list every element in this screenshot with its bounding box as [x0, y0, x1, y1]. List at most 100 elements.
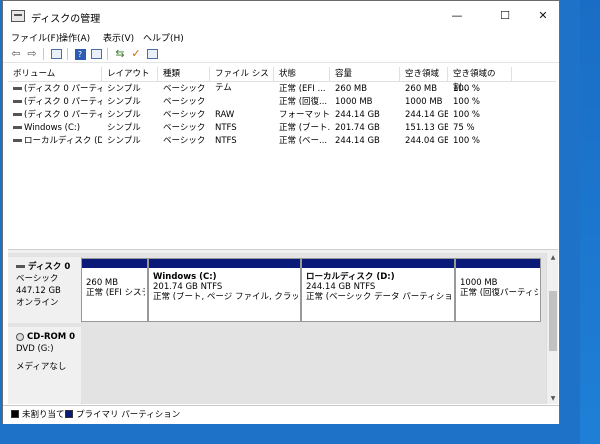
minimize-button[interactable]: —: [443, 5, 471, 27]
connect-icon[interactable]: ⇆: [113, 47, 127, 60]
close-button[interactable]: ✕: [529, 5, 557, 27]
partition-efi[interactable]: 260 MB 正常 (EFI システ: [81, 258, 148, 322]
legend-unallocated-label: 未割り当て: [22, 410, 65, 420]
volume-icon: [13, 87, 22, 90]
volume-name: ローカルディスク (D:): [24, 136, 102, 146]
cell-layout: シンプル: [107, 110, 141, 120]
console-tree-icon[interactable]: [49, 47, 63, 60]
properties-icon[interactable]: [89, 47, 103, 60]
column-header-free-space[interactable]: 空き領域: [400, 67, 448, 82]
cell-free-percent: 100 %: [453, 136, 481, 146]
title-bar: ディスクの管理 — ☐ ✕: [3, 1, 559, 30]
partition-windows-c[interactable]: Windows (C:) 201.74 GB NTFS 正常 (ブート, ページ…: [148, 258, 301, 322]
menu-help[interactable]: ヘルプ(H): [143, 31, 184, 44]
volume-row[interactable]: (ディスク 0 パーティシ... シンプル ベーシック 正常 (回復... 10…: [8, 96, 556, 108]
legend-bar: 未割り当て プライマリ パーティション: [3, 405, 559, 424]
partition-bar: [82, 259, 147, 268]
cell-filesystem: RAW: [215, 110, 235, 120]
cell-layout: シンプル: [107, 84, 141, 94]
column-header-status[interactable]: 状態: [274, 67, 330, 82]
scroll-down-icon[interactable]: ▼: [547, 394, 559, 404]
cell-volume: (ディスク 0 パーティシ...: [8, 96, 102, 108]
volume-icon: [13, 100, 22, 103]
disk-0-label[interactable]: ディスク 0 ベーシック 447.12 GB オンライン: [8, 257, 82, 323]
column-header-capacity[interactable]: 容量: [330, 67, 400, 82]
desktop-background-right: [580, 0, 600, 444]
cell-capacity: 260 MB: [335, 84, 368, 94]
disk-0-name-line: ディスク 0: [16, 261, 81, 273]
cell-type: ベーシック: [163, 123, 206, 133]
cell-volume: (ディスク 0 パーティシ...: [8, 83, 102, 95]
cell-filesystem: NTFS: [215, 123, 237, 133]
menu-view[interactable]: 表示(V): [103, 31, 134, 44]
volume-name: (ディスク 0 パーティシ...: [24, 84, 102, 94]
partition-local-d[interactable]: ローカルディスク (D:) 244.14 GB NTFS 正常 (ベーシック デ…: [301, 258, 455, 322]
cell-free-space: 244.04 GB: [405, 136, 448, 146]
cell-capacity: 244.14 GB: [335, 110, 380, 120]
volume-name: Windows (C:): [24, 123, 81, 133]
forward-arrow-icon[interactable]: ⇨: [25, 47, 39, 60]
cdrom-0-kind: DVD (G:): [16, 344, 54, 354]
menu-action[interactable]: 操作(A): [59, 31, 90, 44]
disk-0-state: オンライン: [16, 298, 59, 308]
maximize-button[interactable]: ☐: [491, 5, 519, 27]
partition-name: ローカルディスク (D:): [306, 272, 395, 282]
volume-row[interactable]: (ディスク 0 パーティシ... シンプル ベーシック 正常 (EFI ... …: [8, 83, 556, 95]
cell-filesystem: [210, 96, 274, 108]
partition-recovery[interactable]: 1000 MB 正常 (回復パーティシ: [455, 258, 541, 322]
volume-row[interactable]: ローカルディスク (D:) シンプル ベーシック NTFS 正常 (ベー... …: [8, 135, 556, 147]
menu-file[interactable]: ファイル(F): [11, 31, 59, 44]
cell-volume: ローカルディスク (D:): [8, 135, 102, 147]
checklist-icon[interactable]: ✓: [129, 47, 143, 60]
cell-free-percent: 100 %: [453, 84, 481, 94]
disk-0-name: ディスク 0: [28, 262, 71, 272]
toolbar-separator: [43, 48, 44, 60]
partition-size: 260 MB: [86, 278, 119, 288]
column-header-layout[interactable]: レイアウト: [102, 67, 158, 82]
toolbar-separator: [67, 48, 68, 60]
disk-management-app-icon: [11, 10, 25, 22]
partition-size: 1000 MB: [460, 278, 498, 288]
vertical-scrollbar[interactable]: ▲ ▼: [546, 253, 558, 404]
back-arrow-icon[interactable]: ⇦: [9, 47, 23, 60]
window-title: ディスクの管理: [31, 14, 101, 25]
legend-primary-label: プライマリ パーティション: [76, 410, 181, 420]
column-header-free-percent[interactable]: 空き領域の割...: [448, 67, 512, 93]
cell-volume: (ディスク 0 パーティシ...: [8, 109, 102, 121]
cell-status: 正常 (ベー...: [279, 136, 328, 146]
partition-bar: [302, 259, 454, 268]
menu-bar: ファイル(F) 操作(A) 表示(V) ヘルプ(H): [3, 30, 559, 45]
help-icon[interactable]: ?: [73, 47, 87, 60]
column-header-filesystem[interactable]: ファイル システム: [210, 67, 274, 93]
partition-name: Windows (C:): [153, 272, 217, 282]
disk-icon: [16, 265, 25, 268]
primary-partition-swatch: [65, 410, 73, 418]
volume-icon: [13, 139, 22, 142]
cell-free-percent: 75 %: [453, 123, 475, 133]
window-icon[interactable]: [145, 47, 159, 60]
partition-bar: [149, 259, 300, 268]
cell-filesystem: [210, 83, 274, 95]
cell-status: 正常 (ブート...: [279, 123, 330, 133]
cdrom-0-label[interactable]: CD-ROM 0 DVD (G:) メディアなし: [8, 327, 82, 404]
partition-local-d-text: ローカルディスク (D:) 244.14 GB NTFS 正常 (ベーシック デ…: [306, 272, 452, 302]
column-header-volume[interactable]: ボリューム: [8, 67, 102, 82]
cell-capacity: 1000 MB: [335, 97, 373, 107]
cell-capacity: 201.74 GB: [335, 123, 380, 133]
scroll-thumb[interactable]: [549, 291, 557, 351]
column-header-type[interactable]: 種類: [158, 67, 210, 82]
partition-status: 正常 (EFI システ: [86, 288, 145, 298]
volume-icon: [13, 113, 22, 116]
cell-type: ベーシック: [163, 97, 206, 107]
cell-filesystem: NTFS: [215, 136, 237, 146]
volume-list-header: ボリューム レイアウト 種類 ファイル システム 状態 容量 空き領域 空き領域…: [8, 67, 556, 93]
partition-recovery-text: 1000 MB 正常 (回復パーティシ: [460, 272, 538, 298]
cdrom-media-area: [81, 327, 541, 403]
cell-volume: Windows (C:): [8, 122, 102, 134]
partition-status: 正常 (ベーシック データ パーティション): [306, 292, 452, 302]
volume-row[interactable]: Windows (C:) シンプル ベーシック NTFS 正常 (ブート... …: [8, 122, 556, 134]
partition-status: 正常 (回復パーティシ: [460, 288, 538, 298]
volume-row[interactable]: (ディスク 0 パーティシ... シンプル ベーシック RAW フォーマット中 …: [8, 109, 556, 121]
cell-type: ベーシック: [163, 136, 206, 146]
scroll-up-icon[interactable]: ▲: [547, 253, 559, 263]
